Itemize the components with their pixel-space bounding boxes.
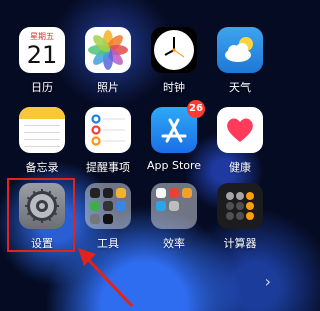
app-photos[interactable]: 照片 [75,27,141,95]
app-label: 计算器 [223,237,257,250]
app-calculator[interactable]: 计算器 [207,183,273,251]
app-label: 照片 [97,81,119,94]
photos-icon [85,27,131,73]
folder-efficiency[interactable]: 效率 [141,183,207,251]
calendar-day: 21 [26,41,58,69]
folder-icon [151,183,197,229]
health-icon [217,107,263,153]
app-calendar[interactable]: 星期五 21 日历 [9,27,75,95]
pointer-arrow [78,248,134,308]
calculator-icon [217,183,263,229]
app-label: App Store [146,159,202,172]
folder-icon [85,183,131,229]
app-clock[interactable]: 时钟 [141,27,207,95]
app-notes[interactable]: 备忘录 [9,107,75,175]
app-store[interactable]: 26 App Store [141,100,207,172]
app-health[interactable]: 健康 [207,107,273,175]
weather-icon [217,27,263,73]
reminders-icon [85,107,131,153]
app-label: 时钟 [163,81,185,94]
app-weather[interactable]: 天气 [207,27,273,95]
clock-icon [151,27,197,73]
notes-icon [19,107,65,153]
app-label: 备忘录 [25,161,59,174]
chevron-right-icon[interactable]: › [265,272,271,291]
calendar-icon: 星期五 21 [19,27,65,73]
app-label: 健康 [229,161,251,174]
notification-badge: 26 [187,100,205,118]
app-label: 效率 [163,237,185,250]
app-label: 天气 [229,81,251,94]
app-reminders[interactable]: 提醒事项 [75,107,141,175]
folder-tools[interactable]: 工具 [75,183,141,251]
app-label: 提醒事项 [86,161,130,174]
highlight-box [7,178,75,252]
app-label: 日历 [31,81,53,94]
